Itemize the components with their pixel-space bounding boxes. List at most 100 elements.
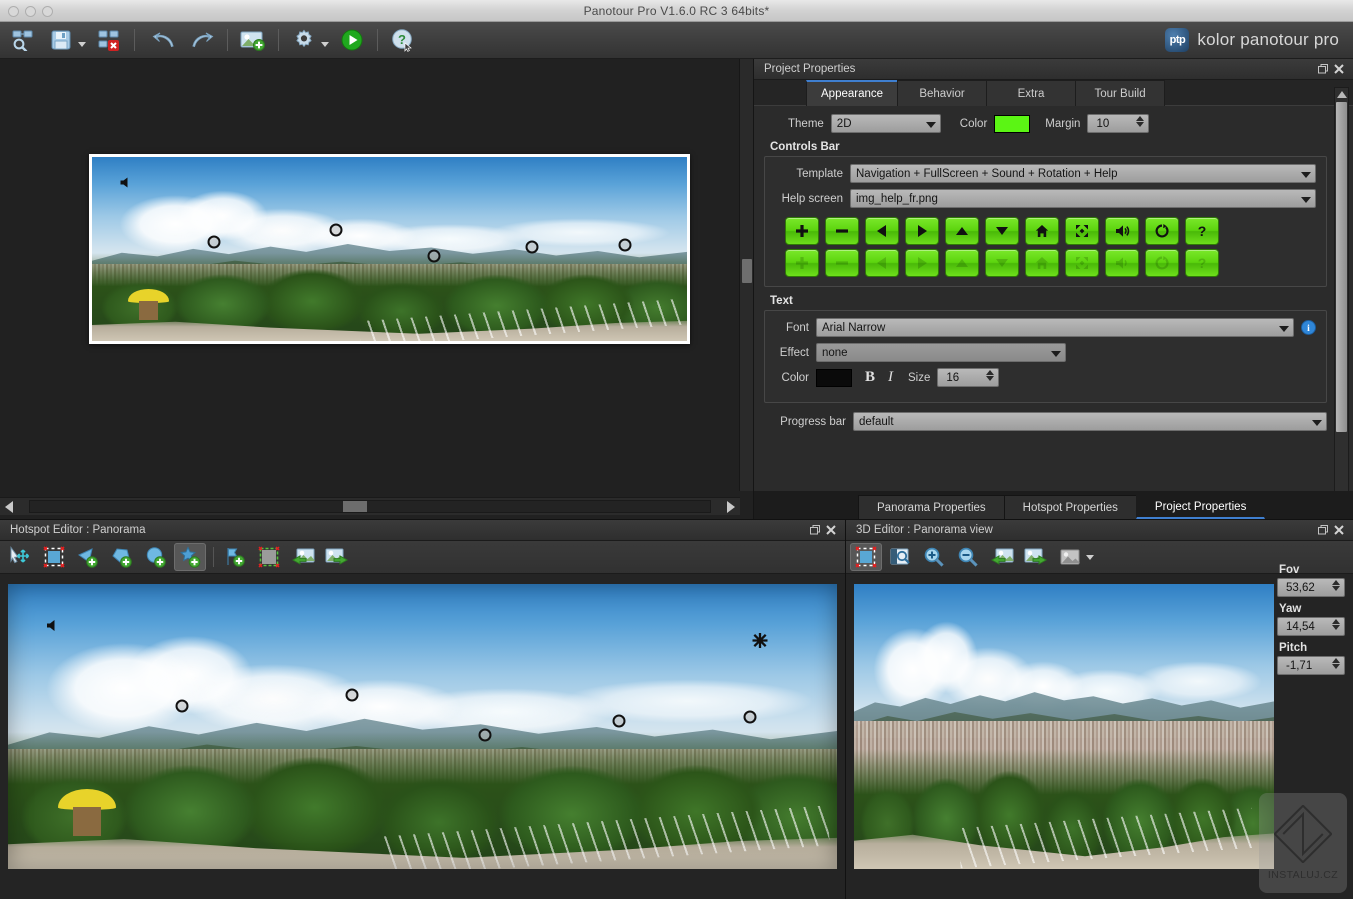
tab-hotspot-properties[interactable]: Hotspot Properties xyxy=(1004,495,1137,519)
controlbar-minus-icon[interactable] xyxy=(825,217,859,245)
preview-hotspot[interactable] xyxy=(526,241,539,254)
controlbar-hover-home-icon[interactable] xyxy=(1025,249,1059,277)
stepper-arrows-icon[interactable] xyxy=(986,370,994,381)
tab-project-properties[interactable]: Project Properties xyxy=(1136,495,1265,519)
preview-hotspot[interactable] xyxy=(207,235,220,248)
settings-dropdown-caret-down-icon[interactable] xyxy=(321,42,329,47)
undo-button[interactable] xyxy=(147,24,181,56)
controlbar-hover-arrow-right-icon[interactable] xyxy=(905,249,939,277)
stage-vertical-scrollbar[interactable] xyxy=(739,59,753,491)
bold-button[interactable]: B xyxy=(865,369,875,386)
maximize-window-button[interactable] xyxy=(42,6,53,17)
tour-preview-stage[interactable] xyxy=(0,59,753,519)
hotspot-marker[interactable] xyxy=(743,710,756,723)
fov-stepper[interactable]: 53,62 xyxy=(1277,578,1345,597)
previous-view-button[interactable] xyxy=(986,543,1018,571)
scrollbar-thumb[interactable] xyxy=(742,259,752,283)
project-properties-tabs[interactable]: Appearance Behavior Extra Tour Build xyxy=(754,80,1353,106)
project-properties-scrollbar[interactable] xyxy=(1334,87,1349,519)
stepper-arrows-icon[interactable] xyxy=(1332,619,1340,630)
stage-horizontal-scrollbar[interactable] xyxy=(0,497,740,515)
add-polygon-hotspot-tool[interactable] xyxy=(106,543,138,571)
hotspot-marker[interactable] xyxy=(478,729,491,742)
3d-editor-canvas[interactable] xyxy=(854,584,1274,869)
float-icon[interactable] xyxy=(1315,61,1331,77)
controlbar-plus-icon[interactable] xyxy=(785,217,819,245)
settings-button[interactable] xyxy=(287,24,321,56)
scroll-left-arrow-icon[interactable] xyxy=(5,501,13,513)
window-traffic-lights[interactable] xyxy=(8,6,53,17)
hotspot-editor-canvas[interactable] xyxy=(8,584,837,869)
close-icon[interactable] xyxy=(1331,61,1347,77)
add-ellipse-hotspot-tool[interactable] xyxy=(140,543,172,571)
next-view-button[interactable] xyxy=(1020,543,1052,571)
effect-select[interactable]: none xyxy=(816,343,1066,362)
scroll-right-arrow-icon[interactable] xyxy=(727,501,735,513)
add-flag-hotspot-tool[interactable] xyxy=(219,543,251,571)
properties-bottom-tabs[interactable]: Panorama Properties Hotspot Properties P… xyxy=(754,491,1353,519)
yaw-stepper[interactable]: 14,54 xyxy=(1277,617,1345,636)
stepper-arrows-icon[interactable] xyxy=(1332,580,1340,591)
controlbar-hover-arrow-down-icon[interactable] xyxy=(985,249,1019,277)
controlbar-question-icon[interactable]: ? xyxy=(1185,217,1219,245)
controlbar-hover-question-icon[interactable]: ? xyxy=(1185,249,1219,277)
build-play-button[interactable] xyxy=(335,24,369,56)
controlbar-hover-arrow-up-icon[interactable] xyxy=(945,249,979,277)
controlbar-hover-sound-icon[interactable] xyxy=(1105,249,1139,277)
panorama-preview-frame[interactable] xyxy=(89,154,690,344)
open-project-button[interactable] xyxy=(6,24,40,56)
redo-button[interactable] xyxy=(185,24,219,56)
hotspot-marker[interactable] xyxy=(176,699,189,712)
select-move-tool[interactable] xyxy=(4,543,36,571)
help-button[interactable]: ? xyxy=(386,24,420,56)
image-hotspot-tool[interactable] xyxy=(253,543,285,571)
controlbar-arrow-right-icon[interactable] xyxy=(905,217,939,245)
controlbar-arrow-left-icon[interactable] xyxy=(865,217,899,245)
3d-panorama-view[interactable] xyxy=(854,584,1274,869)
pitch-stepper[interactable]: -1,71 xyxy=(1277,656,1345,675)
panorama-preview-image[interactable] xyxy=(92,157,687,341)
controlbar-hover-arrow-left-icon[interactable] xyxy=(865,249,899,277)
scrollbar-thumb[interactable] xyxy=(343,501,367,512)
controls-bar-row-active[interactable]: ? xyxy=(785,217,1316,245)
stepper-arrows-icon[interactable] xyxy=(1332,658,1340,669)
preview-hotspot[interactable] xyxy=(329,223,342,236)
hotspot-marker[interactable] xyxy=(346,688,359,701)
close-project-button[interactable] xyxy=(92,24,126,56)
minimize-window-button[interactable] xyxy=(25,6,36,17)
preview-hotspot[interactable] xyxy=(428,250,441,263)
scroll-up-arrow-icon[interactable] xyxy=(1337,91,1347,98)
stepper-arrows-icon[interactable] xyxy=(1136,116,1144,127)
template-select[interactable]: Navigation + FullScreen + Sound + Rotati… xyxy=(850,164,1316,183)
close-icon[interactable] xyxy=(823,522,839,538)
text-size-stepper[interactable]: 16 xyxy=(937,368,999,387)
controlbar-home-icon[interactable] xyxy=(1025,217,1059,245)
tab-appearance[interactable]: Appearance xyxy=(806,80,898,106)
text-color-swatch[interactable] xyxy=(816,369,852,387)
float-icon[interactable] xyxy=(807,522,823,538)
scrollbar-track[interactable] xyxy=(29,500,711,513)
add-point-hotspot-tool[interactable] xyxy=(174,543,206,571)
tab-tour-build[interactable]: Tour Build xyxy=(1075,80,1165,106)
controlbar-hover-plus-icon[interactable] xyxy=(785,249,819,277)
controls-bar-row-hover[interactable]: ? xyxy=(785,249,1316,277)
zoom-in-tool[interactable] xyxy=(918,543,950,571)
next-panorama-button[interactable] xyxy=(321,543,353,571)
controlbar-rotation-icon[interactable] xyxy=(1145,217,1179,245)
close-icon[interactable] xyxy=(1331,522,1347,538)
star-hotspot-marker[interactable] xyxy=(752,633,767,653)
tab-panorama-properties[interactable]: Panorama Properties xyxy=(858,495,1005,519)
controlbar-hover-rotation-icon[interactable] xyxy=(1145,249,1179,277)
hotspot-marker[interactable] xyxy=(612,714,625,727)
previous-panorama-button[interactable] xyxy=(287,543,319,571)
zoom-out-tool[interactable] xyxy=(952,543,984,571)
help-screen-select[interactable]: img_help_fr.png xyxy=(850,189,1316,208)
preview-hotspot[interactable] xyxy=(618,239,631,252)
scrollbar-thumb[interactable] xyxy=(1336,102,1347,432)
tab-extra[interactable]: Extra xyxy=(986,80,1076,106)
marquee-select-tool[interactable] xyxy=(850,543,882,571)
tab-behavior[interactable]: Behavior xyxy=(897,80,987,106)
info-circle-icon[interactable]: i xyxy=(1301,320,1316,335)
controlbar-hover-minus-icon[interactable] xyxy=(825,249,859,277)
add-panorama-button[interactable] xyxy=(236,24,270,56)
